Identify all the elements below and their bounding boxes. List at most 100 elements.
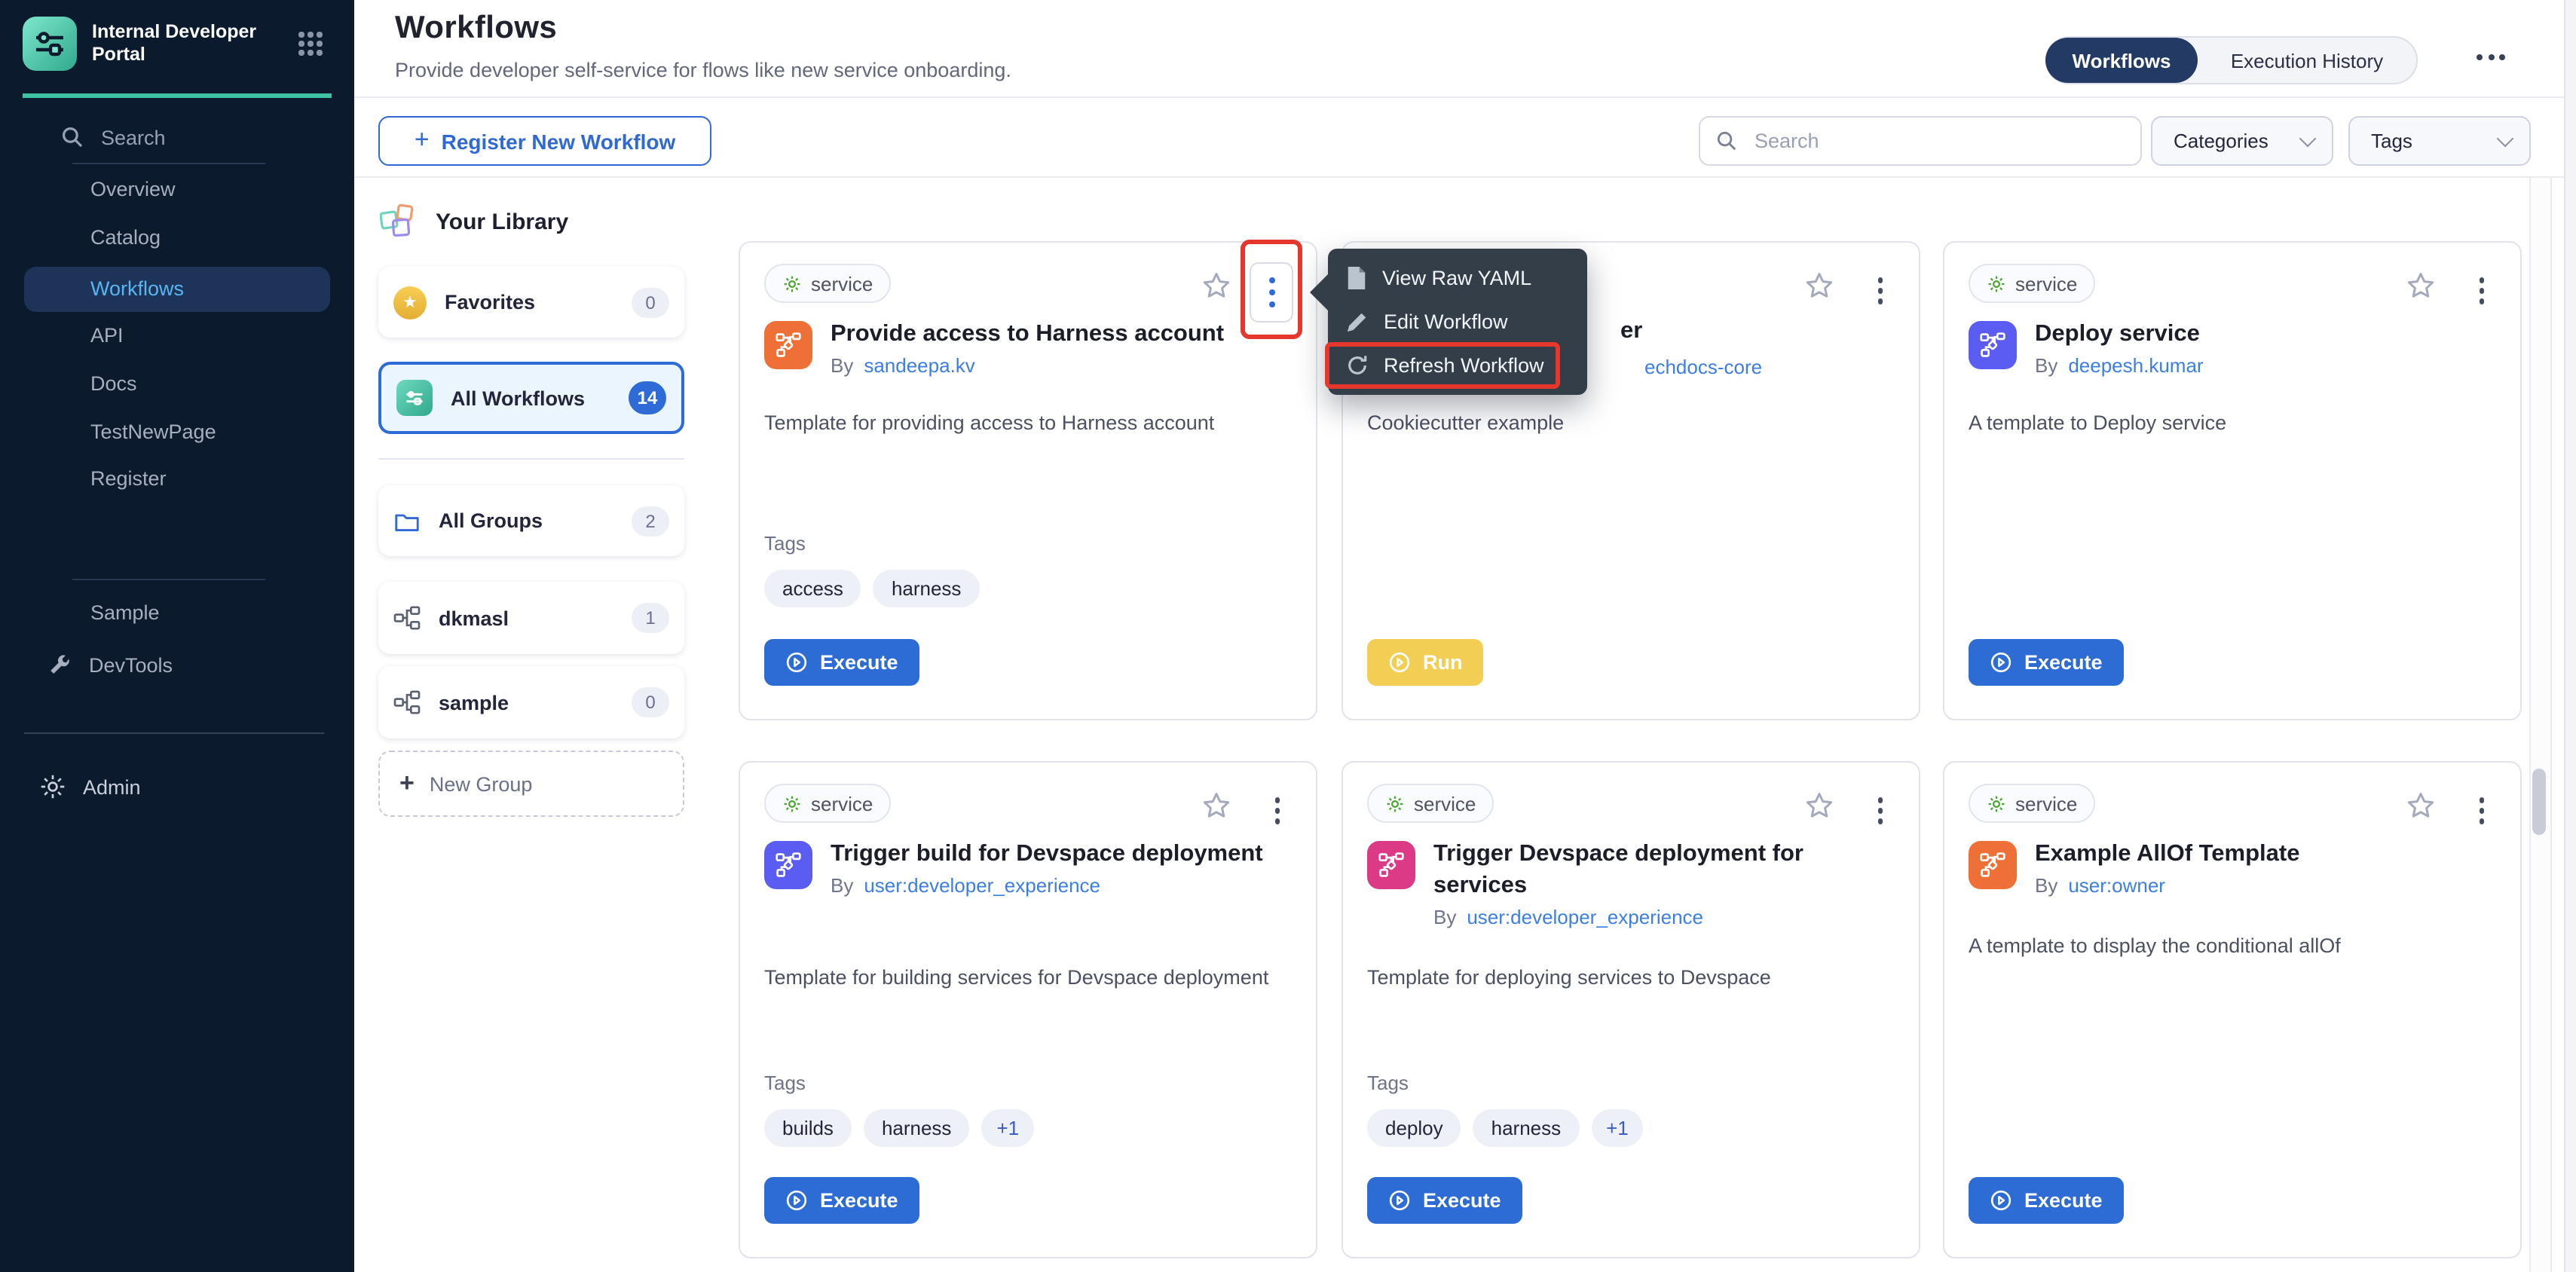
sidebar-item-overview[interactable]: Overview xyxy=(90,178,176,200)
favorite-star-icon[interactable] xyxy=(2406,791,2436,821)
register-new-workflow-button[interactable]: + Register New Workflow xyxy=(378,116,711,166)
run-button[interactable]: Run xyxy=(1367,639,1484,686)
execute-button[interactable]: Execute xyxy=(764,639,919,686)
owner-link[interactable]: user:owner xyxy=(2068,874,2165,897)
sidebar-item-devtools-label: DevTools xyxy=(89,654,173,677)
sidebar-item-catalog[interactable]: Catalog xyxy=(90,226,161,249)
tab-workflows[interactable]: Workflows xyxy=(2045,38,2198,83)
library-item-all-groups[interactable]: All Groups 2 xyxy=(378,485,684,556)
sidebar-item-sample[interactable]: Sample xyxy=(90,601,160,624)
page-subtitle: Provide developer self-service for flows… xyxy=(395,59,1011,81)
owner-link[interactable]: user:developer_experience xyxy=(1467,906,1703,928)
sidebar: Internal Developer Portal Search Overvie… xyxy=(0,0,354,1272)
app-window: Internal Developer Portal Search Overvie… xyxy=(0,0,2576,1272)
execute-label: Execute xyxy=(820,651,898,674)
menu-item-edit-workflow[interactable]: Edit Workflow xyxy=(1328,300,1587,344)
workflow-type-icon xyxy=(764,321,812,369)
owner-link[interactable]: deepesh.kumar xyxy=(2068,354,2203,377)
library-item-dkmasl[interactable]: dkmasl 1 xyxy=(378,582,684,654)
tag-chip: harness xyxy=(873,570,980,607)
refresh-icon xyxy=(1346,354,1369,377)
workflow-type-icon xyxy=(764,841,812,889)
tag-more-chip[interactable]: +1 xyxy=(1591,1109,1644,1147)
workflow-card[interactable]: service Provide access to Harness accoun… xyxy=(739,241,1317,720)
document-icon xyxy=(1346,267,1367,289)
execute-label: Execute xyxy=(2024,1189,2103,1212)
library-item-label: All Groups xyxy=(439,509,632,532)
execute-button[interactable]: Execute xyxy=(764,1177,919,1224)
tags-dropdown-label: Tags xyxy=(2371,130,2412,152)
workflow-type-icon xyxy=(1969,841,2017,889)
header-more-button[interactable] xyxy=(2477,54,2505,60)
favorite-star-icon[interactable] xyxy=(1804,791,1834,821)
tag-chip: access xyxy=(764,570,861,607)
sidebar-item-devtools[interactable]: DevTools xyxy=(47,653,173,678)
group-icon xyxy=(393,690,421,714)
sidebar-item-api[interactable]: API xyxy=(90,324,124,347)
brand: Internal Developer Portal xyxy=(23,17,270,71)
card-menu-kebab-button-active[interactable] xyxy=(1250,262,1293,323)
card-menu-kebab-icon[interactable] xyxy=(1874,274,1886,307)
sidebar-item-admin[interactable]: Admin xyxy=(39,773,141,800)
menu-item-label: View Raw YAML xyxy=(1382,267,1531,289)
card-byline: Byuser:developer_experience xyxy=(831,874,1289,897)
new-group-button[interactable]: + New Group xyxy=(378,751,684,817)
favorite-star-icon[interactable] xyxy=(1201,791,1231,821)
workflow-card[interactable]: service Trigger Devspace deployment for … xyxy=(1342,761,1920,1258)
library-item-favorites[interactable]: ★ Favorites 0 xyxy=(378,267,684,338)
header-divider xyxy=(354,96,2576,98)
sidebar-item-admin-label: Admin xyxy=(83,775,141,798)
workflow-card[interactable]: service Example AllOf Template Byuser:ow… xyxy=(1943,761,2522,1258)
library-divider xyxy=(378,458,684,460)
play-icon xyxy=(785,1189,808,1212)
window-scrollbar[interactable] xyxy=(2564,0,2576,1272)
card-menu-kebab-icon[interactable] xyxy=(1271,794,1283,827)
library-title: Your Library xyxy=(436,209,568,234)
sidebar-item-register[interactable]: Register xyxy=(90,467,167,490)
library-item-sample[interactable]: sample 0 xyxy=(378,666,684,738)
execute-button[interactable]: Execute xyxy=(1969,639,2124,686)
library-item-all-workflows[interactable]: All Workflows 14 xyxy=(378,362,684,434)
execute-button[interactable]: Execute xyxy=(1969,1177,2124,1224)
favorite-star-icon[interactable] xyxy=(1201,271,1231,301)
search-input[interactable] xyxy=(1751,128,2125,154)
group-icon xyxy=(393,606,421,630)
tag-more-chip[interactable]: +1 xyxy=(981,1109,1034,1147)
card-menu-kebab-icon[interactable] xyxy=(2476,274,2487,307)
tags-label: Tags xyxy=(764,1072,806,1094)
tag-list: builds harness +1 xyxy=(764,1109,1034,1147)
content-scrollbar-thumb[interactable] xyxy=(2532,769,2546,835)
categories-dropdown[interactable]: Categories xyxy=(2151,116,2333,166)
content-scrollbar-track xyxy=(2529,178,2552,1272)
owner-link[interactable]: user:developer_experience xyxy=(864,874,1100,897)
menu-item-refresh-workflow[interactable]: Refresh Workflow xyxy=(1328,344,1587,387)
tab-execution-history[interactable]: Execution History xyxy=(2198,38,2416,83)
service-gear-icon xyxy=(1987,274,2006,293)
new-group-label: New Group xyxy=(430,772,533,795)
owner-link-fragment[interactable]: echdocs-core xyxy=(1644,356,1762,378)
card-menu-kebab-icon[interactable] xyxy=(2476,794,2487,827)
card-menu-kebab-icon[interactable] xyxy=(1874,794,1886,827)
plus-icon: + xyxy=(415,124,430,154)
play-icon xyxy=(1388,1189,1411,1212)
app-grid-icon[interactable] xyxy=(298,32,323,56)
owner-link[interactable]: sandeepa.kv xyxy=(864,354,974,377)
workflow-card[interactable]: service Trigger build for Devspace deplo… xyxy=(739,761,1317,1258)
sidebar-divider xyxy=(24,732,324,734)
favorite-star-icon[interactable] xyxy=(2406,271,2436,301)
menu-item-view-raw-yaml[interactable]: View Raw YAML xyxy=(1328,256,1587,300)
sidebar-item-testnewpage[interactable]: TestNewPage xyxy=(90,420,216,443)
kind-chip: service xyxy=(764,784,891,823)
card-description: Template for deploying services to Devsp… xyxy=(1367,963,1895,993)
card-description: Template for building services for Devsp… xyxy=(764,963,1292,993)
workflow-card[interactable]: service Deploy service Bydeepesh.kumar xyxy=(1943,241,2522,720)
brand-title: Internal Developer Portal xyxy=(92,21,270,66)
count-badge: 2 xyxy=(632,506,669,536)
tags-dropdown[interactable]: Tags xyxy=(2348,116,2531,166)
execute-button[interactable]: Execute xyxy=(1367,1177,1522,1224)
sidebar-item-docs[interactable]: Docs xyxy=(90,372,137,395)
sidebar-search[interactable]: Search xyxy=(60,125,166,149)
sidebar-item-workflows[interactable]: Workflows xyxy=(24,267,330,312)
favorite-star-icon[interactable] xyxy=(1804,271,1834,301)
kind-chip-label: service xyxy=(1414,792,1476,815)
